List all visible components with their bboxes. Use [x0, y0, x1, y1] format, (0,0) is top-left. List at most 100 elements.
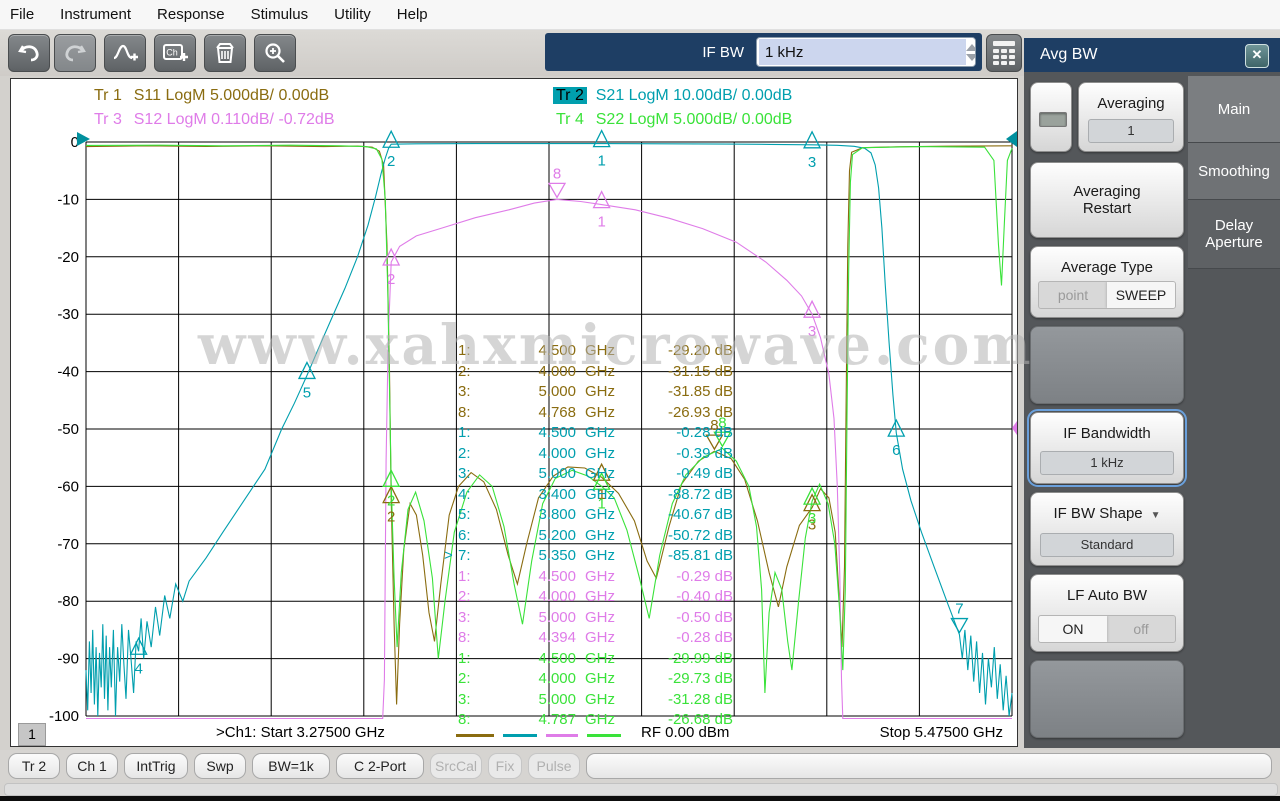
trace1-swatch	[456, 734, 494, 737]
if-bw-spinner[interactable]	[966, 38, 975, 66]
add-trace-button[interactable]	[104, 34, 146, 72]
status-pill-swp[interactable]: Swp	[194, 753, 246, 779]
average-type-segment: point SWEEP	[1038, 281, 1176, 309]
lf-auto-bw-button[interactable]: LF Auto BW ON off	[1030, 574, 1184, 652]
blank-softkey-2	[1030, 660, 1184, 738]
zoom-button[interactable]	[254, 34, 296, 72]
menu-item-help[interactable]: Help	[397, 6, 428, 23]
y-axis-tick: -50	[57, 421, 79, 438]
menu-item-instrument[interactable]: Instrument	[60, 6, 131, 23]
status-pill-empty	[586, 753, 1272, 779]
spinner-down-icon[interactable]	[966, 53, 975, 61]
averaging-button[interactable]: Averaging 1	[1078, 82, 1184, 152]
undo-button[interactable]	[8, 34, 50, 72]
if-bandwidth-label: IF Bandwidth	[1063, 425, 1151, 442]
redo-button[interactable]	[54, 34, 96, 72]
y-axis-tick: -90	[57, 651, 79, 668]
status-pill-inttrig[interactable]: IntTrig	[124, 753, 188, 779]
svg-text:8: 8	[553, 165, 561, 182]
status-pill-tr-2[interactable]: Tr 2	[8, 753, 60, 779]
chevron-down-icon: ▼	[1150, 510, 1161, 521]
y-axis-tick: -20	[57, 249, 79, 266]
menu-item-utility[interactable]: Utility	[334, 6, 371, 23]
average-type-point-option[interactable]: point	[1039, 282, 1107, 308]
marker-row-s21-3: 3: 5.000 GHz -0.49 dB	[458, 465, 733, 482]
trace4-swatch	[587, 734, 621, 737]
average-type-button[interactable]: Average Type point SWEEP	[1030, 246, 1184, 318]
average-type-sweep-option[interactable]: SWEEP	[1107, 282, 1175, 308]
close-button[interactable]: ✕	[1245, 44, 1269, 68]
y-axis-tick: -10	[57, 191, 79, 208]
marker-row-s21-2: 2: 4.000 GHz -0.39 dB	[458, 444, 733, 462]
start-frequency-label: >Ch1: Start 3.27500 GHz	[216, 724, 385, 741]
svg-text:3: 3	[808, 154, 816, 171]
if-bw-shape-button[interactable]: IF BW Shape ▼ Standard	[1030, 492, 1184, 566]
tab-main[interactable]: Main	[1188, 76, 1280, 143]
softkey-sidebar: Avg BW ✕ Main Smoothing Delay Aperture A…	[1024, 38, 1280, 748]
lf-auto-bw-label: LF Auto BW	[1066, 587, 1148, 604]
marker-row-s22-1: 1: 4.500 GHz -29.99 dB	[458, 649, 733, 667]
menu-item-file[interactable]: File	[10, 6, 34, 23]
channel-status-row: 1 >Ch1: Start 3.27500 GHz RF 0.00 dBm St…	[11, 722, 1017, 746]
marker-row-s11-1: 1: 4.500 GHz -29.20 dB	[458, 342, 733, 359]
if-bw-panel: IF BW	[545, 33, 982, 71]
rf-power-label: RF 0.00 dBm	[641, 724, 730, 741]
status-pill-fix[interactable]: Fix	[488, 753, 522, 779]
led-indicator	[1039, 112, 1067, 127]
y-axis-tick: -80	[57, 593, 79, 610]
svg-text:6: 6	[892, 442, 900, 459]
if-bw-input-wrap	[756, 37, 976, 67]
delete-icon	[214, 42, 236, 64]
menu-bar: File Instrument Response Stimulus Utility Hel…	[0, 0, 1280, 30]
keypad-button[interactable]	[986, 34, 1022, 72]
channel-badge[interactable]: 1	[18, 723, 46, 746]
averaging-restart-label: Averaging Restart	[1073, 183, 1141, 217]
status-pill-pulse[interactable]: Pulse	[528, 753, 580, 779]
average-type-label: Average Type	[1060, 259, 1153, 276]
marker-s12-1: 1	[592, 190, 611, 231]
keypad-icon	[993, 41, 1015, 65]
y-axis-tick: -60	[57, 478, 79, 495]
svg-text:1: 1	[597, 153, 605, 170]
status-pill-bw-1k[interactable]: BW=1k	[252, 753, 330, 779]
spinner-up-icon[interactable]	[966, 43, 975, 51]
if-bw-label: IF BW	[702, 43, 744, 61]
add-trace-icon	[112, 42, 138, 64]
bottom-edge	[0, 796, 1280, 801]
marker-s21-5: 5	[297, 360, 317, 401]
svg-text:Ch: Ch	[166, 48, 178, 58]
status-pill-ch-1[interactable]: Ch 1	[66, 753, 118, 779]
marker-row-s21-4: 4: 3.400 GHz -88.72 dB	[458, 485, 733, 503]
svg-text:5: 5	[303, 384, 311, 401]
averaging-toggle-button[interactable]	[1030, 82, 1072, 152]
marker-s21-6: 6	[887, 418, 906, 459]
marker-row-s22-2: 2: 4.000 GHz -29.73 dB	[458, 670, 733, 687]
if-bw-shape-value: Standard	[1040, 533, 1174, 557]
marker-row-s22-3: 3: 5.000 GHz -31.28 dB	[458, 690, 733, 708]
tab-delay-aperture[interactable]: Delay Aperture	[1188, 200, 1280, 269]
svg-text:3: 3	[808, 323, 816, 340]
marker-row-s21-1: 1: 4.500 GHz -0.28 dB	[458, 424, 733, 441]
menu-item-stimulus[interactable]: Stimulus	[251, 6, 309, 23]
if-bandwidth-button[interactable]: IF Bandwidth 1 kHz	[1027, 409, 1187, 487]
plot-panel: Tr 1 S11 LogM 5.000dB/ 0.00dB Tr 2 S21 Lo…	[10, 78, 1018, 747]
delete-button[interactable]	[204, 34, 246, 72]
tab-smoothing[interactable]: Smoothing	[1188, 143, 1280, 200]
lf-auto-bw-on-option[interactable]: ON	[1039, 616, 1107, 642]
marker-row-s21-7: >7: 5.350 GHz -85.81 dB	[444, 547, 733, 564]
lf-auto-bw-off-option[interactable]: off	[1107, 616, 1175, 642]
trace2-swatch	[503, 734, 537, 737]
add-channel-button[interactable]: Ch	[154, 34, 196, 72]
if-bandwidth-value: 1 kHz	[1040, 451, 1174, 475]
marker-row-s11-8: 8: 4.768 GHz -26.93 dB	[458, 403, 733, 421]
svg-text:2: 2	[387, 492, 395, 509]
menu-item-response[interactable]: Response	[157, 6, 225, 23]
status-pill-c-2-port[interactable]: C 2-Port	[336, 753, 424, 779]
y-axis-tick: -30	[57, 306, 79, 323]
marker-s21-1: 1	[592, 129, 611, 170]
if-bw-input[interactable]	[759, 39, 966, 65]
marker-s21-2: 2	[382, 129, 401, 170]
status-pill-srccal[interactable]: SrcCal	[430, 753, 482, 779]
averaging-restart-button[interactable]: Averaging Restart	[1030, 162, 1184, 238]
y-axis-tick: -40	[57, 364, 79, 381]
